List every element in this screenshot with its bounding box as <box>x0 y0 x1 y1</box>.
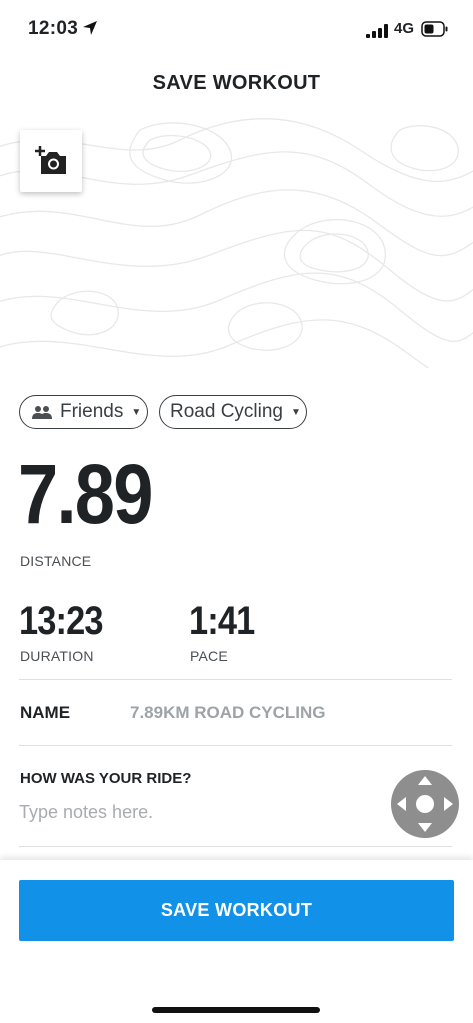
people-icon <box>32 406 52 419</box>
status-bar: 12:03 4G <box>0 0 473 56</box>
divider <box>19 679 452 680</box>
name-field[interactable]: 7.89KM ROAD CYCLING <box>130 703 326 723</box>
footer-bar: SAVE WORKOUT <box>0 860 473 982</box>
status-time: 12:03 <box>28 18 79 39</box>
home-indicator[interactable] <box>152 1007 320 1013</box>
notes-input[interactable] <box>19 798 379 826</box>
activity-type-dropdown[interactable]: Road Cycling ▼ <box>159 395 307 429</box>
location-arrow-icon <box>83 21 97 35</box>
add-photo-icon <box>35 146 66 174</box>
visibility-label: Friends <box>60 401 124 422</box>
assistive-touch-dpad-icon[interactable] <box>391 770 459 838</box>
add-photo-button[interactable] <box>20 130 82 192</box>
duration-label: DURATION <box>20 648 94 664</box>
caret-down-icon: ▼ <box>131 406 142 418</box>
page-title: SAVE WORKOUT <box>152 72 321 94</box>
network-type: 4G <box>394 20 415 37</box>
caret-down-icon: ▼ <box>291 406 301 418</box>
name-label: NAME <box>20 703 71 722</box>
divider <box>19 745 452 746</box>
distance-label: DISTANCE <box>20 553 92 569</box>
signal-icon <box>366 24 388 38</box>
pace-value: 1:41 <box>189 599 255 643</box>
save-workout-button[interactable]: SAVE WORKOUT <box>19 880 454 941</box>
visibility-dropdown[interactable]: Friends ▼ <box>19 395 148 429</box>
home-area <box>0 982 473 1023</box>
ride-question-label: HOW WAS YOUR RIDE? <box>20 770 192 787</box>
duration-value: 13:23 <box>19 599 104 643</box>
map-background <box>0 110 473 368</box>
activity-type-label: Road Cycling <box>170 401 283 422</box>
pace-label: PACE <box>190 648 228 664</box>
battery-icon <box>421 21 448 37</box>
distance-value: 7.89 <box>18 447 153 541</box>
divider <box>19 846 452 847</box>
